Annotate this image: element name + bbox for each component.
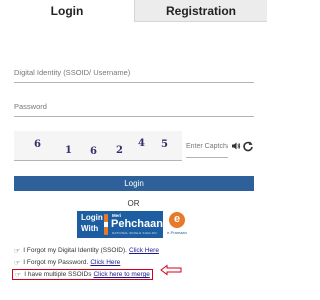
refresh-icon[interactable] <box>242 140 254 152</box>
pehchaan-with-text: With <box>81 224 99 233</box>
login-button[interactable]: Login <box>14 176 254 191</box>
epramaan-logo: e e-Pramaan <box>163 211 191 238</box>
hand-pointing-icon: ☞ <box>14 247 21 255</box>
captcha-char: 2 <box>116 145 123 156</box>
captcha-char: 4 <box>138 138 145 149</box>
captcha-char: 6 <box>34 139 41 150</box>
speaker-icon[interactable] <box>231 141 241 151</box>
forgot-ssoid-text: I Forgot my Digital Identity (SSOID). <box>23 247 127 254</box>
merge-ssoid-text: I have multiple SSOIDs <box>24 271 92 278</box>
login-tabs: Login Registration <box>0 0 267 22</box>
forgot-ssoid-row: ☞ I Forgot my Digital Identity (SSOID). … <box>14 245 159 256</box>
red-arrow-icon <box>160 264 182 276</box>
pehchaan-name: Pehchaan <box>111 218 163 230</box>
pehchaan-tagline: NATIONAL SINGLE SIGN-ON <box>112 231 157 235</box>
hand-pointing-icon: ☞ <box>14 259 21 267</box>
merge-ssoid-row: ☞ I have multiple SSOIDs Click here to m… <box>12 269 153 280</box>
captcha-char: 5 <box>161 139 168 150</box>
tab-registration[interactable]: Registration <box>135 0 267 22</box>
tab-login[interactable]: Login <box>0 0 135 22</box>
epramaan-label: e-Pramaan <box>167 230 187 235</box>
forgot-password-row: ☞ I Forgot my Password. Click Here <box>14 257 120 268</box>
ssoid-input[interactable] <box>14 63 254 83</box>
password-input[interactable] <box>14 97 254 117</box>
epramaan-e-icon: e <box>169 212 185 228</box>
or-divider: OR <box>127 199 140 208</box>
pehchaan-logo-icon <box>104 214 108 235</box>
captcha-char: 6 <box>90 146 97 157</box>
captcha-char: 1 <box>65 145 72 156</box>
forgot-password-text: I Forgot my Password. <box>23 259 89 266</box>
captcha-input[interactable] <box>186 136 228 158</box>
merge-ssoid-link[interactable]: Click here to merge <box>93 271 149 278</box>
pehchaan-login-text: Login <box>81 213 103 222</box>
forgot-password-link[interactable]: Click Here <box>90 259 120 266</box>
meri-pehchaan-login-button[interactable]: Login With Meri Pehchaan NATIONAL SINGLE… <box>77 211 191 238</box>
captcha-image: 6 1 6 2 4 5 <box>14 131 182 161</box>
forgot-ssoid-link[interactable]: Click Here <box>129 247 159 254</box>
hand-pointing-icon: ☞ <box>15 271 22 279</box>
